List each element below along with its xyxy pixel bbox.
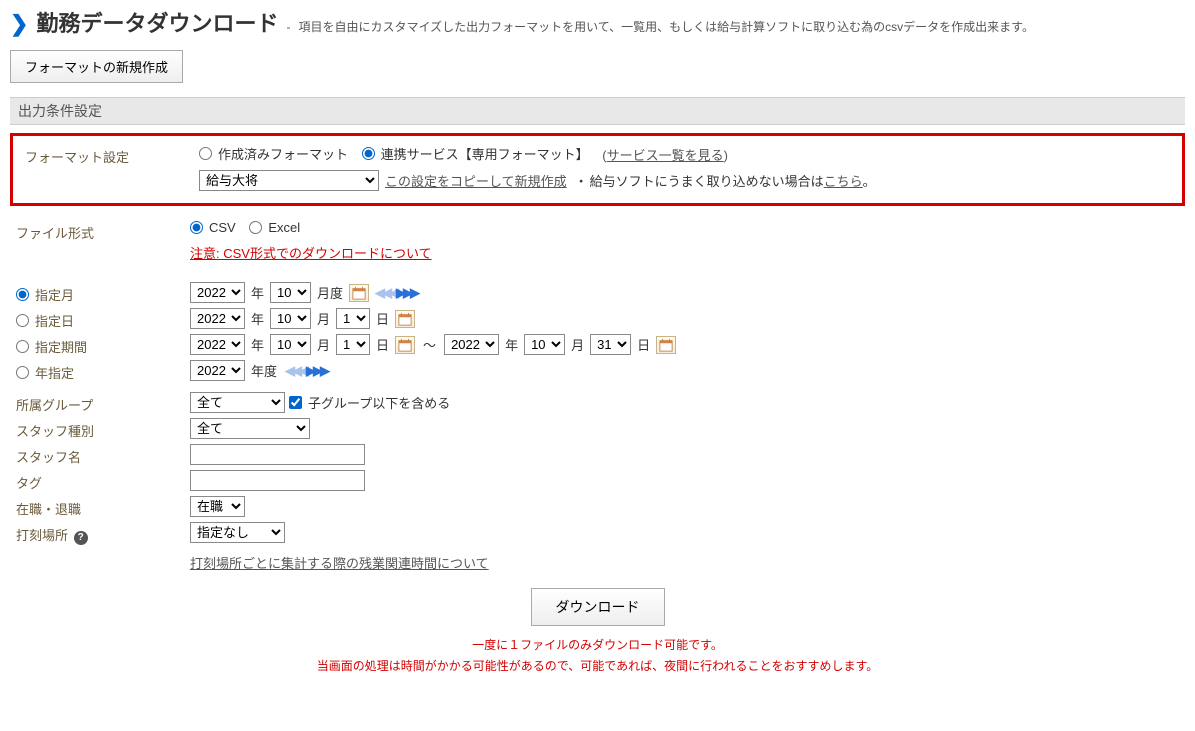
next-fast-icon[interactable]: ▶▶ bbox=[313, 363, 327, 379]
period-day-option[interactable]: 指定日 bbox=[16, 311, 74, 330]
range-to-day-select[interactable]: 31 bbox=[590, 334, 631, 355]
page-description: 項目を自由にカスタマイズした出力フォーマットを用いて、一覧用、もしくは給与計算ソ… bbox=[298, 18, 1034, 35]
filetype-csv-radio[interactable] bbox=[190, 221, 203, 234]
filetype-excel-radio[interactable] bbox=[249, 221, 262, 234]
calendar-icon[interactable] bbox=[395, 310, 415, 328]
import-help-suffix: 。 bbox=[863, 174, 876, 189]
calendar-icon[interactable] bbox=[395, 336, 415, 354]
paren-close: ) bbox=[724, 148, 728, 163]
format-linked-option[interactable]: 連携サービス【専用フォーマット】 bbox=[362, 144, 589, 163]
month-year-select[interactable]: 2022 bbox=[190, 282, 245, 303]
include-subgroup-option[interactable]: 子グループ以下を含める bbox=[289, 393, 450, 412]
next-icon[interactable]: ▶ bbox=[306, 363, 313, 379]
csv-warning-link[interactable]: 注意: CSV形式でのダウンロードについて bbox=[190, 246, 432, 261]
dot-sep: ・ bbox=[575, 174, 588, 189]
period-month-option[interactable]: 指定月 bbox=[16, 285, 74, 304]
format-setting-label: フォーマット設定 bbox=[19, 144, 199, 166]
employment-label: 在職・退職 bbox=[10, 496, 190, 518]
period-month-label: 指定月 bbox=[35, 285, 74, 304]
prev-icon[interactable]: ◀ bbox=[299, 363, 306, 379]
prev-fast-icon[interactable]: ◀◀ bbox=[285, 363, 299, 379]
new-format-button[interactable]: フォーマットの新規作成 bbox=[10, 50, 183, 83]
chevron-right-icon: ❯ bbox=[10, 13, 28, 35]
period-day-label: 指定日 bbox=[35, 311, 74, 330]
format-existing-option[interactable]: 作成済みフォーマット bbox=[199, 144, 348, 163]
format-existing-radio[interactable] bbox=[199, 147, 212, 160]
prev-icon[interactable]: ◀ bbox=[389, 285, 396, 301]
range-to-month-select[interactable]: 10 bbox=[524, 334, 565, 355]
import-help-link[interactable]: こちら bbox=[824, 174, 863, 189]
period-year-label: 年指定 bbox=[35, 363, 74, 382]
format-setting-highlight: フォーマット設定 作成済みフォーマット 連携サービス【専用フォーマット】 (サー… bbox=[10, 133, 1185, 206]
help-icon[interactable]: ? bbox=[74, 531, 88, 545]
group-label: 所属グループ bbox=[10, 392, 190, 414]
filetype-label: ファイル形式 bbox=[10, 220, 190, 242]
filetype-csv-label: CSV bbox=[209, 220, 236, 235]
yearonly-year-select[interactable]: 2022 bbox=[190, 360, 245, 381]
tag-label: タグ bbox=[10, 470, 190, 492]
group-select[interactable]: 全て bbox=[190, 392, 285, 413]
format-linked-radio[interactable] bbox=[362, 147, 375, 160]
staff-type-label: スタッフ種別 bbox=[10, 418, 190, 440]
tag-input[interactable] bbox=[190, 470, 365, 491]
download-warning-1: 一度に１ファイルのみダウンロード可能です。 bbox=[10, 636, 1185, 653]
include-subgroup-label: 子グループ以下を含める bbox=[308, 393, 450, 412]
period-year-radio[interactable] bbox=[16, 366, 29, 379]
yearly-unit: 年度 bbox=[251, 361, 277, 380]
page-sep: - bbox=[286, 20, 290, 34]
import-help-prefix: 給与ソフトにうまく取り込めない場合は bbox=[590, 174, 824, 189]
format-existing-label: 作成済みフォーマット bbox=[218, 144, 348, 163]
day-month-select[interactable]: 10 bbox=[270, 308, 311, 329]
next-icon[interactable]: ▶ bbox=[396, 285, 403, 301]
day-day-select[interactable]: 1 bbox=[336, 308, 370, 329]
period-range-radio[interactable] bbox=[16, 340, 29, 353]
download-warning-2: 当画面の処理は時間がかかる可能性があるので、可能であれば、夜間に行われることをお… bbox=[10, 657, 1185, 674]
period-range-label: 指定期間 bbox=[35, 337, 87, 356]
filetype-csv-option[interactable]: CSV bbox=[190, 220, 236, 235]
staff-type-select[interactable]: 全て bbox=[190, 418, 310, 439]
download-button[interactable]: ダウンロード bbox=[531, 588, 665, 626]
range-tilde: ～ bbox=[423, 335, 436, 354]
page-title: 勤務データダウンロード bbox=[36, 6, 278, 38]
period-day-radio[interactable] bbox=[16, 314, 29, 327]
format-linked-label: 連携サービス【専用フォーマット】 bbox=[381, 144, 589, 163]
format-select[interactable]: 給与大将 bbox=[199, 170, 379, 191]
copy-format-link[interactable]: この設定をコピーして新規作成 bbox=[385, 171, 567, 190]
filetype-excel-option[interactable]: Excel bbox=[249, 220, 300, 235]
monthly-unit: 月度 bbox=[317, 283, 343, 302]
range-from-month-select[interactable]: 10 bbox=[270, 334, 311, 355]
month-month-select[interactable]: 10 bbox=[270, 282, 311, 303]
range-to-year-select[interactable]: 2022 bbox=[444, 334, 499, 355]
section-title: 出力条件設定 bbox=[10, 97, 1185, 125]
include-subgroup-checkbox[interactable] bbox=[289, 396, 302, 409]
location-label: 打刻場所 bbox=[16, 528, 68, 543]
year-unit: 年 bbox=[251, 283, 264, 302]
period-range-option[interactable]: 指定期間 bbox=[16, 337, 87, 356]
employment-select[interactable]: 在職 bbox=[190, 496, 245, 517]
service-list-link[interactable]: サービス一覧を見る bbox=[607, 148, 724, 163]
filetype-excel-label: Excel bbox=[268, 220, 300, 235]
day-year-select[interactable]: 2022 bbox=[190, 308, 245, 329]
staff-name-input[interactable] bbox=[190, 444, 365, 465]
range-from-year-select[interactable]: 2022 bbox=[190, 334, 245, 355]
location-select[interactable]: 指定なし bbox=[190, 522, 285, 543]
period-month-radio[interactable] bbox=[16, 288, 29, 301]
period-year-option[interactable]: 年指定 bbox=[16, 363, 74, 382]
location-note-link[interactable]: 打刻場所ごとに集計する際の残業関連時間について bbox=[190, 556, 489, 571]
staff-name-label: スタッフ名 bbox=[10, 444, 190, 466]
calendar-icon[interactable] bbox=[656, 336, 676, 354]
range-from-day-select[interactable]: 1 bbox=[336, 334, 370, 355]
prev-fast-icon[interactable]: ◀◀ bbox=[375, 285, 389, 301]
calendar-icon[interactable] bbox=[349, 284, 369, 302]
next-fast-icon[interactable]: ▶▶ bbox=[403, 285, 417, 301]
